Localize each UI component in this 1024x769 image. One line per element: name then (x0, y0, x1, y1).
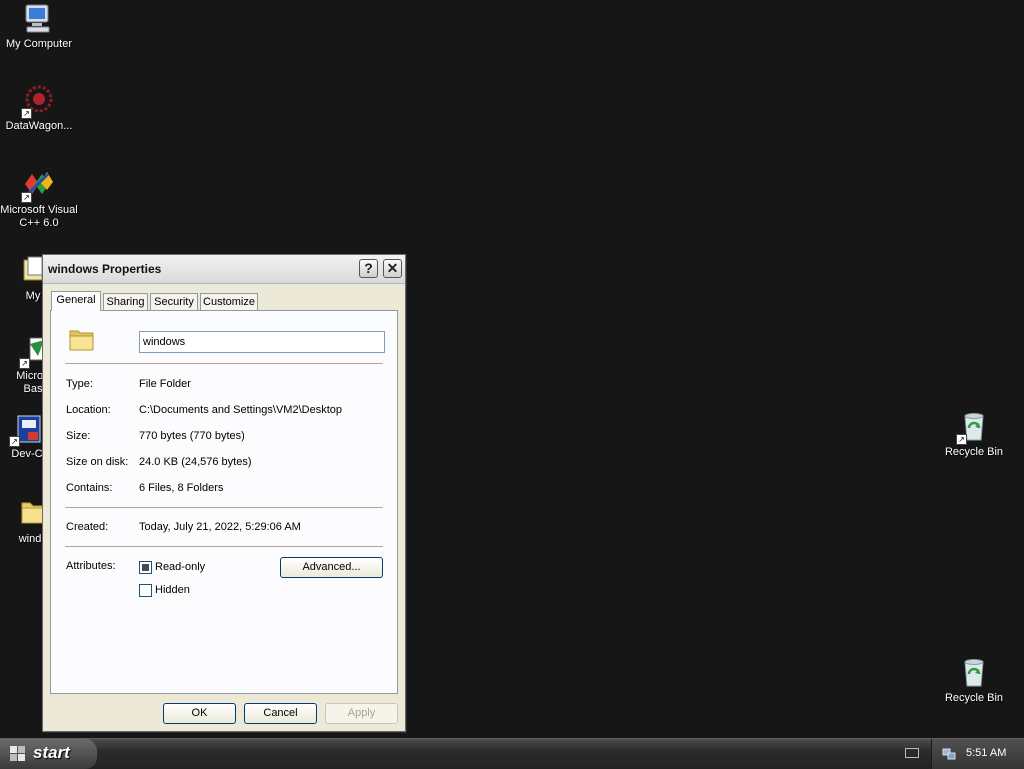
close-button[interactable]: ✕ (383, 259, 402, 278)
ok-button[interactable]: OK (163, 703, 236, 724)
location-value: C:\Documents and Settings\VM2\Desktop (139, 404, 342, 416)
tab-customize[interactable]: Customize (200, 293, 258, 310)
visual-cpp-icon: ↗ (21, 168, 56, 203)
shortcut-arrow-icon: ↗ (21, 192, 32, 203)
desktop-icon-visual-cpp[interactable]: ↗ Microsoft Visual C++ 6.0 (0, 168, 79, 230)
folder-icon (69, 328, 95, 351)
divider (65, 546, 383, 547)
shortcut-arrow-icon: ↗ (19, 358, 30, 369)
shortcut-arrow-icon: ↗ (956, 434, 967, 445)
recycle-bin-icon (957, 656, 991, 690)
divider (65, 363, 383, 364)
general-tab-panel: Type: File Folder Location: C:\Documents… (50, 310, 398, 694)
contains-label: Contains: (66, 482, 113, 494)
divider (65, 507, 383, 508)
desktop-icon-label: Microsoft Visual C++ 6.0 (0, 204, 78, 229)
taskbar: start 5:51 AM (0, 738, 1024, 769)
keyboard-icon[interactable] (905, 748, 919, 758)
desktop-icon-label: DataWagon... (5, 120, 73, 132)
network-icon[interactable] (942, 747, 956, 761)
shortcut-arrow-icon: ↗ (9, 436, 20, 447)
size-on-disk-value: 24.0 KB (24,576 bytes) (139, 456, 252, 468)
start-button[interactable]: start (0, 739, 97, 769)
help-button[interactable]: ? (359, 259, 378, 278)
size-on-disk-label: Size on disk: (66, 456, 129, 468)
created-label: Created: (66, 521, 109, 533)
attributes-label: Attributes: (66, 560, 116, 572)
tab-general[interactable]: General (51, 291, 101, 311)
dialog-title: windows Properties (48, 262, 162, 276)
readonly-checkbox[interactable] (139, 561, 152, 574)
dev-cpp-icon: ↗ (9, 412, 44, 447)
cancel-button[interactable]: Cancel (244, 703, 317, 724)
desktop-icon-label: My Computer (5, 38, 73, 50)
shortcut-arrow-icon: ↗ (21, 108, 32, 119)
desktop-icon-recycle-bin[interactable]: Recycle Bin (934, 656, 1014, 705)
created-value: Today, July 21, 2022, 5:29:06 AM (139, 521, 301, 533)
title-bar[interactable]: windows Properties ? ✕ (43, 255, 405, 284)
tab-security[interactable]: Security (150, 293, 198, 310)
desktop-icon-datawagon[interactable]: ↗ DataWagon... (0, 84, 79, 133)
start-label: start (33, 743, 70, 762)
type-value: File Folder (139, 378, 191, 390)
datawagon-icon: ↗ (21, 84, 56, 119)
tab-sharing[interactable]: Sharing (103, 293, 148, 310)
contains-value: 6 Files, 8 Folders (139, 482, 224, 494)
size-label: Size: (66, 430, 91, 442)
desktop-icon-recycle-bin[interactable]: ↗ Recycle Bin (934, 410, 1014, 459)
folder-name-input[interactable] (139, 331, 385, 353)
system-tray: 5:51 AM (931, 739, 1024, 769)
clock[interactable]: 5:51 AM (966, 747, 1006, 759)
size-value: 770 bytes (770 bytes) (139, 430, 245, 442)
desktop-icon-my-computer[interactable]: My Computer (0, 2, 79, 51)
windows-logo-icon (10, 746, 26, 762)
desktop-icon-label: Recycle Bin (944, 692, 1004, 704)
hidden-label[interactable]: Hidden (155, 584, 190, 596)
location-label: Location: (66, 404, 111, 416)
advanced-button[interactable]: Advanced... (280, 557, 383, 578)
recycle-bin-icon: ↗ (956, 410, 991, 445)
apply-button[interactable]: Apply (325, 703, 398, 724)
readonly-label[interactable]: Read-only (155, 561, 205, 573)
type-label: Type: (66, 378, 93, 390)
computer-icon (22, 2, 56, 36)
desktop-icon-label: Recycle Bin (944, 446, 1004, 458)
properties-dialog: windows Properties ? ✕ General Sharing S… (42, 254, 406, 732)
hidden-checkbox[interactable] (139, 584, 152, 597)
